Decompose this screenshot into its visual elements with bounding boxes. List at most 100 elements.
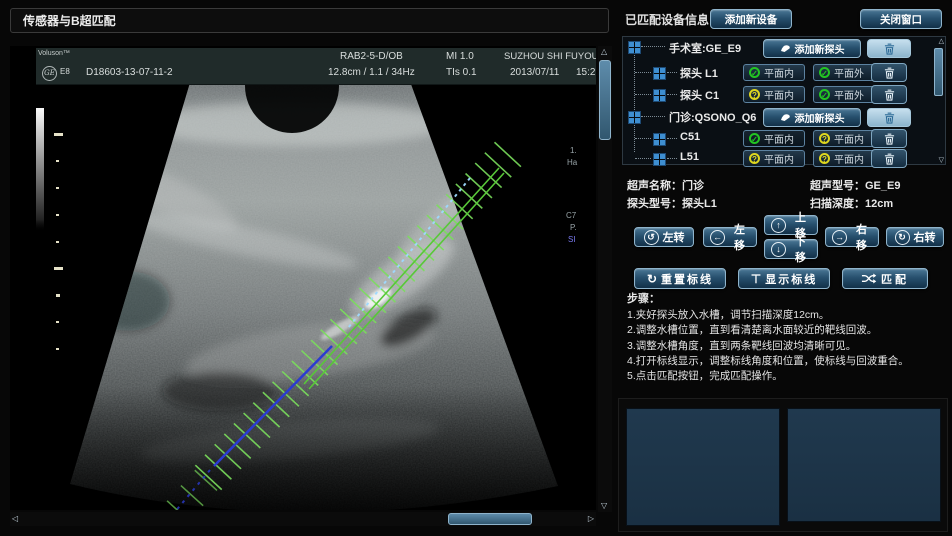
tree-connector (667, 158, 677, 159)
add-device-button[interactable]: 添加新设备 (710, 9, 792, 29)
tree-scroll-up-icon[interactable]: △ (939, 37, 944, 45)
preview-container (618, 398, 948, 532)
patient-id: D18603-13-07-11-2 (86, 67, 173, 78)
rotate-left-icon: ↺ (644, 230, 659, 245)
vscroll-thumb[interactable] (599, 60, 611, 140)
tree-expander-icon[interactable] (653, 67, 666, 80)
arrow-right-icon: → (832, 230, 847, 245)
delete-device-button[interactable] (867, 108, 911, 127)
tree-expander-icon[interactable] (628, 111, 641, 124)
move-right-button[interactable]: → 右移 (825, 227, 879, 247)
out-plane-button[interactable]: ✓ 平面外 (813, 64, 875, 81)
probe-icon (780, 44, 791, 53)
step-item: 4.打开标线显示，调整标线角度和位置，使标线与回波重合。 (627, 354, 947, 369)
check-icon: ✓ (819, 67, 830, 78)
tree-expander-icon[interactable] (653, 153, 666, 166)
probe-name: C51 (680, 131, 700, 143)
match-button[interactable]: 匹配 (842, 268, 928, 289)
scroll-right-icon[interactable]: ▷ (588, 514, 594, 524)
scroll-up-icon[interactable]: △ (601, 47, 607, 57)
ultrasound-viewport: Voluson™ GE E8 D18603-13-07-11-2 RAB2-5-… (10, 46, 596, 510)
mi-value: MI 1.0 (446, 51, 474, 62)
delete-probe-button[interactable] (871, 63, 907, 82)
shuffle-icon (861, 273, 877, 284)
in-plane-button[interactable]: ✓ 平面内 (743, 130, 805, 147)
tree-connector (635, 158, 651, 159)
delete-probe-button[interactable] (871, 149, 907, 168)
tree-connector (667, 94, 677, 95)
device-tree-panel: 手术室:GE_E9 添加新探头 探头 L1 ✓ 平面内 ✓ 平面外 探头 C1 … (622, 36, 946, 165)
tree-expander-icon[interactable] (628, 41, 641, 54)
question-icon: ? (749, 89, 760, 100)
preview-panel-left (626, 408, 780, 526)
probe-icon (780, 113, 791, 122)
trash-icon (884, 67, 895, 79)
viewport-vscrollbar[interactable]: △ ▽ (598, 46, 612, 512)
delete-probe-button[interactable] (871, 129, 907, 148)
rotate-right-button[interactable]: ↻ 右转 (886, 227, 944, 247)
arrow-up-icon: ↑ (771, 218, 786, 233)
out-plane-button[interactable]: ✓ 平面外 (813, 86, 875, 103)
question-icon: ? (819, 153, 830, 164)
preview-panel-right (787, 408, 941, 522)
in-plane-button[interactable]: ? 平面内 (813, 130, 875, 147)
trash-icon (884, 112, 895, 124)
step-item: 3.调整水槽角度，直到两条靶线回波均清晰可见。 (627, 339, 947, 354)
tree-connector (641, 46, 665, 47)
check-icon: ✓ (819, 89, 830, 100)
tree-scroll-thumb[interactable] (934, 48, 943, 96)
machine-model: E8 (60, 67, 70, 76)
in-plane-button[interactable]: ✓ 平面内 (743, 64, 805, 81)
check-icon: ✓ (749, 133, 760, 144)
in-plane-button[interactable]: ? 平面内 (743, 150, 805, 167)
scroll-left-icon[interactable]: ◁ (12, 514, 18, 524)
trash-icon (884, 133, 895, 145)
hscroll-thumb[interactable] (448, 513, 532, 525)
scan-params: 12.8cm / 1.1 / 34Hz (328, 67, 415, 78)
tree-connector (667, 138, 677, 139)
reset-line-button[interactable]: ↻ 重置标线 (634, 268, 726, 289)
tree-scroll-down-icon[interactable]: ▽ (939, 156, 944, 164)
tree-connector (641, 116, 665, 117)
app-window: 传感器与B超匹配 (0, 0, 952, 536)
probe-id: RAB2-5-D/OB (340, 51, 403, 62)
side-text-fragment: Ha (567, 158, 577, 167)
trash-icon (884, 153, 895, 165)
matched-devices-label: 已匹配设备信息： (625, 11, 721, 28)
add-probe-button[interactable]: 添加新探头 (763, 39, 861, 58)
ultrasound-model: 超声型号：GE_E9 (810, 177, 900, 193)
delete-probe-button[interactable] (871, 85, 907, 104)
question-icon: ? (819, 133, 830, 144)
probe-name: L51 (680, 151, 699, 163)
delete-device-button[interactable] (867, 39, 911, 58)
move-down-button[interactable]: ↓ 下移 (764, 239, 818, 259)
show-line-button[interactable]: ⊤ 显示标线 (738, 268, 830, 289)
tree-connector (635, 138, 651, 139)
close-window-button[interactable]: 关闭窗口 (860, 9, 942, 29)
in-plane-button[interactable]: ? 平面内 (743, 86, 805, 103)
side-text-fragment: C7 (566, 211, 576, 220)
step-item: 1.夹好探头放入水槽，调节扫描深度12cm。 (627, 308, 947, 323)
refresh-icon: ↻ (647, 272, 657, 286)
tree-connector (635, 72, 651, 73)
rotate-right-icon: ↻ (895, 230, 910, 245)
add-probe-button[interactable]: 添加新探头 (763, 108, 861, 127)
probe-name: 探头 L1 (680, 65, 718, 81)
move-left-button[interactable]: ← 左移 (703, 227, 757, 247)
tree-expander-icon[interactable] (653, 133, 666, 146)
step-item: 5.点击匹配按钮，完成匹配操作。 (627, 369, 947, 384)
viewport-hscrollbar[interactable]: ◁ ▷ (10, 512, 596, 526)
tree-expander-icon[interactable] (653, 89, 666, 102)
scroll-down-icon[interactable]: ▽ (601, 501, 607, 511)
brand-label: Voluson™ (38, 50, 70, 57)
trash-icon (884, 43, 895, 55)
side-text-fragment: 1. (570, 146, 577, 155)
side-text-fragment: P. (570, 223, 577, 232)
grayscale-bar (36, 108, 44, 232)
check-icon: ✓ (749, 67, 760, 78)
move-up-button[interactable]: ↑ 上移 (764, 215, 818, 235)
scan-depth: 扫描深度：12cm (810, 195, 893, 211)
scan-date: 2013/07/11 (510, 67, 559, 78)
rotate-left-button[interactable]: ↺ 左转 (634, 227, 694, 247)
in-plane-button[interactable]: ? 平面内 (813, 150, 875, 167)
